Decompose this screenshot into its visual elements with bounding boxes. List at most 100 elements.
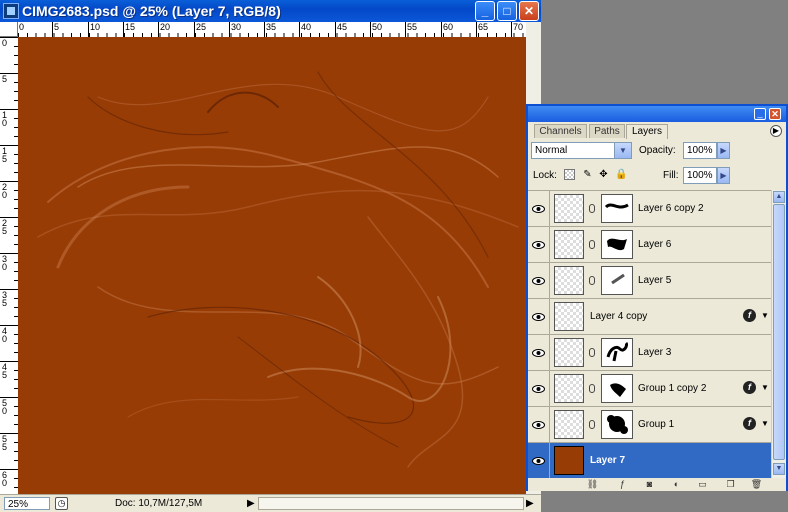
layer-effects-icon[interactable]: f [743,309,756,322]
layer-name[interactable]: Layer 6 copy 2 [638,191,704,226]
link-layers-icon[interactable]: ⛓ [586,479,599,490]
adjustment-layer-icon[interactable]: ◐ [670,479,683,490]
layer-row[interactable]: Layer 3 [528,335,771,371]
status-info-icon[interactable]: ◷ [55,497,68,510]
layer-mask-thumbnail[interactable] [601,374,633,403]
visibility-eye-icon[interactable] [528,227,550,262]
status-menu-arrow-icon[interactable]: ▶ [247,497,255,510]
layer-mask-thumbnail[interactable] [601,410,633,439]
document-size-info[interactable]: Doc: 10,7M/127,5M [115,497,202,510]
tab-channels[interactable]: Channels [534,124,587,138]
layer-row[interactable]: Layer 5 [528,263,771,299]
layer-name[interactable]: Group 1 copy 2 [638,371,706,406]
add-mask-icon[interactable]: ◙ [643,479,656,490]
layer-thumbnail[interactable] [554,230,584,259]
mask-link-icon[interactable] [589,276,595,285]
layer-effects-icon[interactable]: f [743,381,756,394]
layer-name[interactable]: Layer 5 [638,263,671,298]
ruler-label: 30 [231,22,242,32]
visibility-eye-icon[interactable] [528,299,550,334]
ruler-label: 15 [125,22,136,32]
visibility-eye-icon[interactable] [528,191,550,226]
layer-mask-thumbnail[interactable] [601,338,633,367]
layer-name[interactable]: Layer 4 copy [590,299,647,334]
ruler-label: 55 [407,22,418,32]
layer-mask-thumbnail[interactable] [601,194,633,223]
layer-row[interactable]: Group 1 f ▼ [528,407,771,443]
visibility-eye-icon[interactable] [528,335,550,370]
layer-row[interactable]: Layer 6 copy 2 [528,191,771,227]
ruler-origin[interactable] [0,22,18,37]
scrollbar-thumb[interactable] [773,204,785,460]
tab-layers[interactable]: Layers [626,124,668,139]
ruler-label: 40 [301,22,312,32]
layer-effects-icon[interactable]: f [743,417,756,430]
layer-list-scrollbar[interactable]: ▲ ▼ [771,190,786,478]
mask-link-icon[interactable] [589,420,595,429]
palette-menu-button[interactable]: ▶ [770,125,782,137]
layer-name[interactable]: Layer 3 [638,335,671,370]
horizontal-scrollbar[interactable] [258,497,524,510]
layer-row-selected[interactable]: Layer 7 [528,443,771,479]
image-canvas[interactable] [18,37,526,494]
minimize-button[interactable]: _ [475,1,495,21]
layer-thumbnail[interactable] [554,266,584,295]
lock-image-pixels-icon[interactable]: ✎ [582,169,593,180]
palette-minimize-button[interactable]: _ [754,108,766,120]
scroll-down-icon[interactable]: ▼ [773,463,785,475]
scroll-right-arrow-icon[interactable]: ▶ [526,497,534,510]
opacity-slider-button[interactable]: ▶ [717,142,730,159]
layer-thumbnail[interactable] [554,338,584,367]
new-layer-icon[interactable]: ❐ [724,479,737,490]
zoom-level-field[interactable]: 25% [4,497,50,510]
mask-link-icon[interactable] [589,348,595,357]
layer-row[interactable]: Group 1 copy 2 f ▼ [528,371,771,407]
fill-field[interactable]: 100% [683,167,717,184]
layer-thumbnail[interactable] [554,374,584,403]
lock-all-icon[interactable]: 🔒 [615,169,627,180]
horizontal-ruler[interactable]: 0 5 10 15 20 25 30 35 40 45 50 55 60 65 70 [18,22,526,38]
visibility-eye-icon[interactable] [528,407,550,442]
expand-effects-icon[interactable]: ▼ [761,309,769,322]
palette-titlebar[interactable]: _ ✕ [528,106,786,122]
layer-name[interactable]: Layer 7 [590,443,625,478]
ruler-label: 20 [160,22,171,32]
layer-thumbnail[interactable] [554,194,584,223]
layer-list[interactable]: Layer 6 copy 2 Layer 6 Layer 5 Layer 4 c… [528,190,771,479]
expand-effects-icon[interactable]: ▼ [761,381,769,394]
photoshop-document-icon[interactable] [3,3,19,19]
mask-link-icon[interactable] [589,204,595,213]
layer-row[interactable]: Layer 4 copy f ▼ [528,299,771,335]
delete-layer-icon[interactable]: 🗑 [750,479,763,490]
layer-mask-thumbnail[interactable] [601,266,633,295]
visibility-eye-icon[interactable] [528,443,550,478]
tab-paths[interactable]: Paths [589,124,625,138]
vertical-ruler[interactable]: 0 5 10 15 20 25 30 35 40 45 50 55 60 [0,37,19,494]
palette-close-button[interactable]: ✕ [769,108,781,120]
chevron-down-icon[interactable]: ▼ [614,143,631,158]
visibility-eye-icon[interactable] [528,371,550,406]
status-bar: 25% ◷ Doc: 10,7M/127,5M ▶ ▶ [0,494,541,512]
lock-position-icon[interactable]: ✥ [598,169,609,180]
layer-name[interactable]: Group 1 [638,407,674,442]
layer-mask-thumbnail[interactable] [601,230,633,259]
ruler-label: 0 [2,38,8,48]
mask-link-icon[interactable] [589,384,595,393]
scroll-up-icon[interactable]: ▲ [773,191,785,203]
opacity-field[interactable]: 100% [683,142,717,159]
layer-thumbnail[interactable] [554,446,584,475]
mask-link-icon[interactable] [589,240,595,249]
document-titlebar[interactable]: CIMG2683.psd @ 25% (Layer 7, RGB/8) _ □ … [0,0,541,22]
layer-thumbnail[interactable] [554,302,584,331]
fill-slider-button[interactable]: ▶ [717,167,730,184]
new-group-icon[interactable]: ▭ [696,479,709,490]
layer-row[interactable]: Layer 6 [528,227,771,263]
expand-effects-icon[interactable]: ▼ [761,417,769,430]
maximize-button[interactable]: □ [497,1,517,21]
add-layer-style-icon[interactable]: ƒ [616,479,629,490]
visibility-eye-icon[interactable] [528,263,550,298]
close-button[interactable]: ✕ [519,1,539,21]
layer-name[interactable]: Layer 6 [638,227,671,262]
lock-transparency-icon[interactable] [564,169,575,180]
layer-thumbnail[interactable] [554,410,584,439]
